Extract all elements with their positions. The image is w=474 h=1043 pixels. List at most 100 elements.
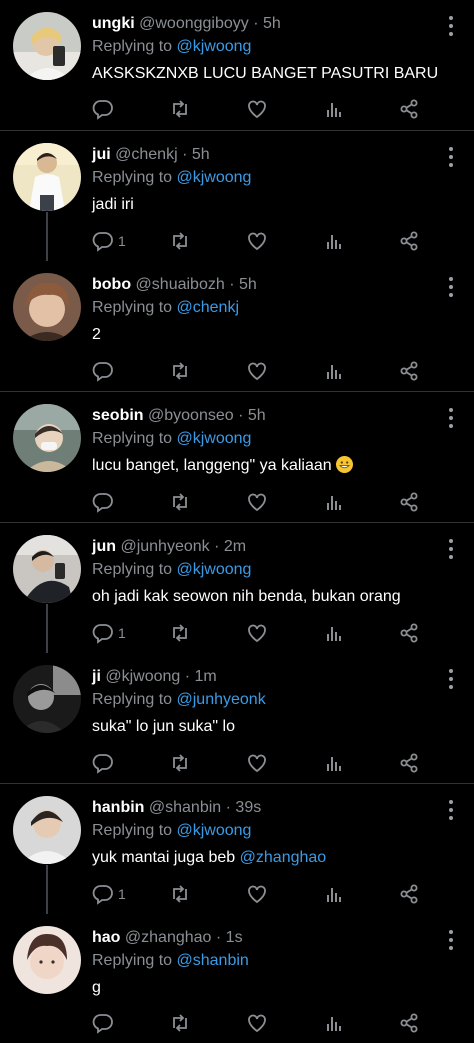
like-button[interactable] <box>246 491 268 513</box>
share-button[interactable] <box>398 883 420 905</box>
retweet-button[interactable] <box>169 230 191 252</box>
timestamp[interactable]: 2m <box>224 538 246 555</box>
share-button[interactable] <box>398 622 420 644</box>
share-button[interactable] <box>398 491 420 513</box>
avatar[interactable] <box>13 665 81 733</box>
mention-link[interactable]: @kjwoong <box>177 38 252 55</box>
display-name[interactable]: ungki <box>92 15 135 32</box>
more-vertical-icon[interactable] <box>448 669 454 689</box>
avatar[interactable] <box>13 12 81 80</box>
retweet-icon <box>173 754 187 772</box>
share-button[interactable] <box>398 360 420 382</box>
tweet-ji[interactable]: ji @kjwoong · 1m Replying to @junhyeonk … <box>0 653 474 784</box>
timestamp[interactable]: 1m <box>195 668 217 685</box>
reply-button[interactable] <box>92 491 118 513</box>
display-name[interactable]: hao <box>92 929 120 946</box>
share-button[interactable] <box>398 1012 420 1034</box>
user-handle[interactable]: @junhyeonk <box>120 538 209 555</box>
avatar[interactable] <box>13 796 81 864</box>
timestamp[interactable]: 1s <box>226 929 243 946</box>
mention-link[interactable]: @kjwoong <box>177 169 252 186</box>
tweet-bobo[interactable]: bobo @shuaibozh · 5h Replying to @chenkj… <box>0 261 474 392</box>
user-handle[interactable]: @shuaibozh <box>136 276 225 293</box>
display-name[interactable]: jui <box>92 146 111 163</box>
display-name[interactable]: seobin <box>92 407 144 424</box>
display-name[interactable]: hanbin <box>92 799 144 816</box>
reply-button[interactable]: 1 <box>92 230 126 252</box>
like-button[interactable] <box>246 360 268 382</box>
retweet-button[interactable] <box>169 360 191 382</box>
more-vertical-icon[interactable] <box>448 800 454 820</box>
timestamp[interactable]: 39s <box>235 799 261 816</box>
tweet-ungki[interactable]: ungki @woonggiboyy · 5h Replying to @kjw… <box>0 0 474 131</box>
timestamp[interactable]: 5h <box>248 407 266 424</box>
analytics-button[interactable] <box>323 98 345 120</box>
analytics-button[interactable] <box>323 622 345 644</box>
like-button[interactable] <box>246 1012 268 1034</box>
share-button[interactable] <box>398 230 420 252</box>
reply-button[interactable] <box>92 360 118 382</box>
mention-link[interactable]: @zhanghao <box>240 849 327 866</box>
timestamp[interactable]: 5h <box>192 146 210 163</box>
retweet-button[interactable] <box>169 752 191 774</box>
retweet-button[interactable] <box>169 491 191 513</box>
tweet-jun[interactable]: jun @junhyeonk · 2m Replying to @kjwoong… <box>0 523 474 653</box>
more-vertical-icon[interactable] <box>448 539 454 559</box>
avatar[interactable] <box>13 404 81 472</box>
mention-link[interactable]: @kjwoong <box>177 561 252 578</box>
replying-to-label: Replying to <box>92 430 173 447</box>
mention-link[interactable]: @junhyeonk <box>177 691 266 708</box>
reply-button[interactable]: 1 <box>92 622 126 644</box>
analytics-button[interactable] <box>323 883 345 905</box>
mention-link[interactable]: @shanbin <box>177 952 249 969</box>
user-handle[interactable]: @woonggiboyy <box>139 15 249 32</box>
more-vertical-icon[interactable] <box>448 408 454 428</box>
reply-button[interactable] <box>92 752 118 774</box>
avatar[interactable] <box>13 273 81 341</box>
analytics-button[interactable] <box>323 491 345 513</box>
timestamp[interactable]: 5h <box>239 276 257 293</box>
like-button[interactable] <box>246 622 268 644</box>
avatar[interactable] <box>13 926 81 994</box>
share-button[interactable] <box>398 752 420 774</box>
share-button[interactable] <box>398 98 420 120</box>
like-button[interactable] <box>246 883 268 905</box>
retweet-button[interactable] <box>169 98 191 120</box>
user-handle[interactable]: @zhanghao <box>125 929 212 946</box>
more-vertical-icon[interactable] <box>448 16 454 36</box>
retweet-button[interactable] <box>169 622 191 644</box>
avatar[interactable] <box>13 535 81 603</box>
retweet-button[interactable] <box>169 1012 191 1034</box>
display-name[interactable]: ji <box>92 668 101 685</box>
tweet-hanbin[interactable]: hanbin @shanbin · 39s Replying to @kjwoo… <box>0 784 474 914</box>
analytics-button[interactable] <box>323 752 345 774</box>
like-button[interactable] <box>246 752 268 774</box>
tweet-jui[interactable]: jui @chenkj · 5h Replying to @kjwoong ja… <box>0 131 474 261</box>
user-handle[interactable]: @shanbin <box>149 799 221 816</box>
display-name[interactable]: jun <box>92 538 116 555</box>
like-button[interactable] <box>246 98 268 120</box>
avatar[interactable] <box>13 143 81 211</box>
tweet-hao[interactable]: hao @zhanghao · 1s Replying to @shanbin … <box>0 914 474 1043</box>
mention-link[interactable]: @kjwoong <box>177 430 252 447</box>
user-handle[interactable]: @chenkj <box>115 146 178 163</box>
like-button[interactable] <box>246 230 268 252</box>
analytics-button[interactable] <box>323 230 345 252</box>
analytics-button[interactable] <box>323 360 345 382</box>
heart-icon <box>248 754 266 773</box>
reply-button[interactable]: 1 <box>92 883 126 905</box>
user-handle[interactable]: @kjwoong <box>105 668 180 685</box>
mention-link[interactable]: @chenkj <box>177 299 240 316</box>
retweet-button[interactable] <box>169 883 191 905</box>
more-vertical-icon[interactable] <box>448 930 454 950</box>
timestamp[interactable]: 5h <box>263 15 281 32</box>
reply-button[interactable] <box>92 98 118 120</box>
tweet-seobin[interactable]: seobin @byoonseo · 5h Replying to @kjwoo… <box>0 392 474 523</box>
more-vertical-icon[interactable] <box>448 277 454 297</box>
mention-link[interactable]: @kjwoong <box>177 822 252 839</box>
user-handle[interactable]: @byoonseo <box>148 407 234 424</box>
more-vertical-icon[interactable] <box>448 147 454 167</box>
display-name[interactable]: bobo <box>92 276 131 293</box>
reply-button[interactable] <box>92 1012 118 1034</box>
analytics-button[interactable] <box>323 1012 345 1034</box>
